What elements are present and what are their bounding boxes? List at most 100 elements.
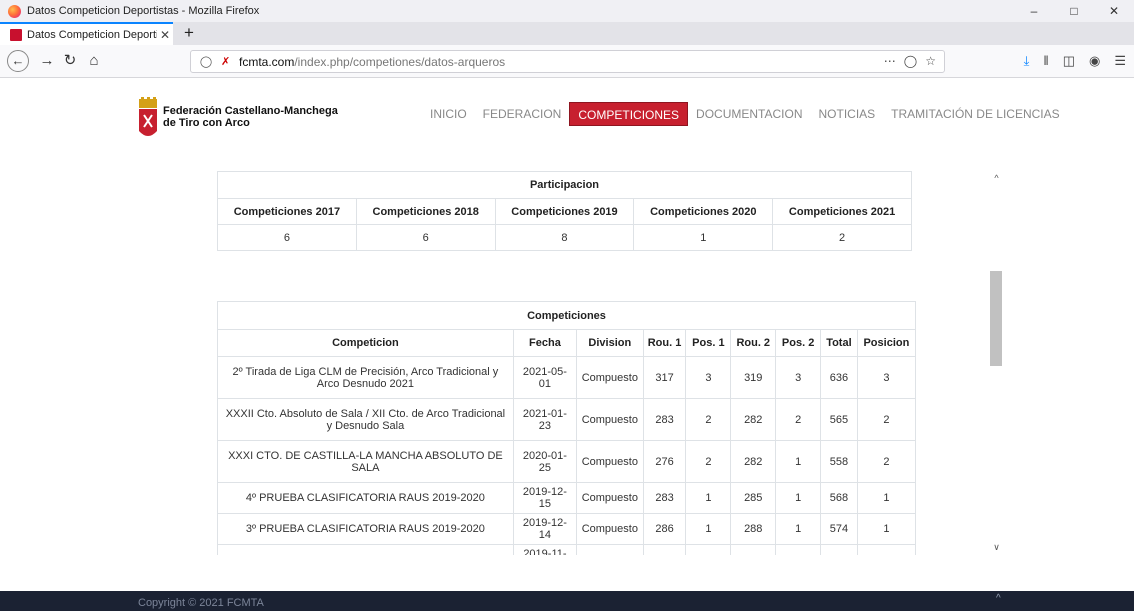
- cell-rou1: 276: [642, 440, 687, 483]
- cell-rou2: 279: [730, 544, 777, 555]
- cell-total: 636: [820, 356, 858, 399]
- participacion-header: Competiciones 2019: [494, 198, 635, 225]
- column-header-pos1: Pos. 1: [685, 329, 732, 357]
- new-tab-icon[interactable]: +: [178, 22, 200, 45]
- content-scroll-area[interactable]: Participacion Competiciones 2017 Competi…: [212, 171, 1005, 555]
- maximize-icon[interactable]: □: [1054, 0, 1094, 22]
- minimize-icon[interactable]: –: [1014, 0, 1054, 22]
- nav-tramitacion-licencias[interactable]: TRAMITACIÓN DE LICENCIAS: [883, 102, 1067, 126]
- nav-federacion[interactable]: FEDERACION: [475, 102, 570, 126]
- scroll-down-icon[interactable]: ∨: [988, 542, 1005, 553]
- web-page: Federación Castellano-Manchega de Tiro c…: [0, 79, 1134, 611]
- cell-pos2: 2: [775, 398, 822, 441]
- cell-fecha: 2019-12-14: [512, 513, 578, 545]
- scrollbar-thumb[interactable]: [990, 271, 1002, 366]
- reload-icon[interactable]: ↻: [58, 50, 82, 72]
- home-icon[interactable]: ⌂: [82, 50, 106, 72]
- forward-arrow-icon[interactable]: →: [35, 50, 59, 72]
- menu-icon[interactable]: ☰: [1114, 50, 1126, 72]
- navigation-toolbar: ← → ↻ ⌂ ◯ ✗ fcmta.com/index.php/competio…: [0, 45, 1134, 78]
- participacion-caption: Participacion: [217, 171, 912, 199]
- cell-pos1: 3: [685, 356, 732, 399]
- cell-total: 558: [820, 440, 858, 483]
- participacion-header: Competiciones 2017: [217, 198, 357, 225]
- column-header-division: Division: [576, 329, 644, 357]
- nav-documentacion[interactable]: DOCUMENTACION: [688, 102, 810, 126]
- column-header-rou2: Rou. 2: [730, 329, 777, 357]
- cell-posicion: 1: [856, 513, 917, 545]
- page-actions-icon[interactable]: ⋯: [884, 51, 896, 72]
- column-header-competicion: Competicion: [217, 329, 514, 357]
- federation-logo-icon[interactable]: [137, 97, 159, 143]
- competiciones-table: Competiciones Competicion Fecha Division…: [217, 301, 917, 555]
- cell-rou1: 277: [642, 544, 687, 555]
- competition-name: 4º PRUEBA CLASIFICATORIA RAUS 2019-2020: [217, 482, 514, 514]
- table-row: XXXI CTO. DE CASTILLA-LA MANCHA ABSOLUTO…: [217, 440, 917, 483]
- cell-posicion: 2: [856, 544, 917, 555]
- back-arrow-icon[interactable]: ←: [7, 50, 29, 72]
- copyright-text: Copyright © 2021 FCMTA: [138, 597, 264, 609]
- table-row: 4º PRUEBA CLASIFICATORIA RAUS 2019-2020 …: [217, 482, 917, 514]
- download-icon[interactable]: ⤓: [1024, 50, 1030, 72]
- cell-pos1: 1: [685, 513, 732, 545]
- tab-bar: Datos Competicion Deportistas ✕ +: [0, 22, 1134, 45]
- column-header-total: Total: [820, 329, 858, 357]
- scroll-up-icon[interactable]: ^: [988, 173, 1005, 183]
- cell-total: 568: [820, 482, 858, 514]
- table-row: 3º PRUEBA CLASIFICATORIA RAUS 2019-2020 …: [217, 513, 917, 545]
- url-bar[interactable]: ◯ ✗ fcmta.com/index.php/competiones/dato…: [190, 50, 945, 73]
- cell-pos2: 1: [775, 513, 822, 545]
- competition-name: XXXI CTO. DE CASTILLA-LA MANCHA ABSOLUTO…: [217, 440, 514, 483]
- cell-rou2: 319: [730, 356, 777, 399]
- cell-division: Compuesto: [576, 482, 644, 514]
- cell-fecha: 2019-12-15: [512, 482, 578, 514]
- library-icon[interactable]: ‖: [1043, 50, 1048, 72]
- cell-total: 556: [820, 544, 858, 555]
- close-window-icon[interactable]: ✕: [1094, 0, 1134, 22]
- participacion-value: 1: [633, 224, 774, 251]
- content-scrollbar[interactable]: ^ ∨: [988, 171, 1005, 555]
- cell-pos1: 1: [685, 482, 732, 514]
- url-path: /index.php/competiones/datos-arqueros: [294, 54, 506, 69]
- cell-division: Compuesto: [576, 544, 644, 555]
- insecure-lock-icon[interactable]: ✗: [221, 55, 235, 68]
- pocket-icon[interactable]: ◯: [904, 51, 917, 72]
- firefox-icon: [8, 4, 21, 18]
- cell-fecha: 2020-01-25: [512, 440, 578, 483]
- url-host: fcmta.com: [239, 54, 295, 69]
- nav-noticias[interactable]: NOTICIAS: [811, 102, 884, 126]
- nav-inicio[interactable]: INICIO: [422, 102, 475, 126]
- back-to-top-icon[interactable]: ^: [996, 593, 1001, 604]
- extension-icon[interactable]: ◉: [1089, 50, 1100, 72]
- cell-rou1: 283: [642, 482, 687, 514]
- competition-name: 3º PRUEBA CLASIFICATORIA RAUS 2019-2020: [217, 513, 514, 545]
- cell-total: 574: [820, 513, 858, 545]
- cell-fecha: 2021-05-01: [512, 356, 578, 399]
- browser-tab[interactable]: Datos Competicion Deportistas ✕: [0, 22, 173, 45]
- cell-division: Compuesto: [576, 513, 644, 545]
- participacion-value: 2: [772, 224, 912, 251]
- site-header: Federación Castellano-Manchega de Tiro c…: [0, 79, 1134, 159]
- participacion-value: 6: [217, 224, 357, 251]
- cell-rou2: 288: [730, 513, 777, 545]
- cell-pos1: 2: [685, 544, 732, 555]
- cell-rou1: 286: [642, 513, 687, 545]
- federation-name-line1: Federación Castellano-Manchega: [163, 105, 338, 117]
- cell-posicion: 1: [856, 482, 917, 514]
- bookmark-star-icon[interactable]: ☆: [925, 51, 936, 72]
- sidebar-icon[interactable]: ◫: [1063, 50, 1075, 72]
- cell-posicion: 2: [856, 398, 917, 441]
- cell-pos1: 2: [685, 440, 732, 483]
- cell-division: Compuesto: [576, 398, 644, 441]
- cell-rou2: 282: [730, 398, 777, 441]
- tab-close-icon[interactable]: ✕: [157, 28, 173, 42]
- cell-rou1: 317: [642, 356, 687, 399]
- table-row: 2º PRUEBA CLASIFICATORIA RAUS 2019-2020 …: [217, 544, 917, 555]
- participacion-header: Competiciones 2018: [355, 198, 496, 225]
- federation-name[interactable]: Federación Castellano-Manchega de Tiro c…: [163, 105, 338, 129]
- cell-rou2: 282: [730, 440, 777, 483]
- cell-fecha: 2019-11-23: [512, 544, 578, 555]
- nav-competiciones[interactable]: COMPETICIONES: [569, 102, 689, 126]
- cell-pos1: 2: [685, 398, 732, 441]
- tracking-shield-icon[interactable]: ◯: [199, 55, 213, 68]
